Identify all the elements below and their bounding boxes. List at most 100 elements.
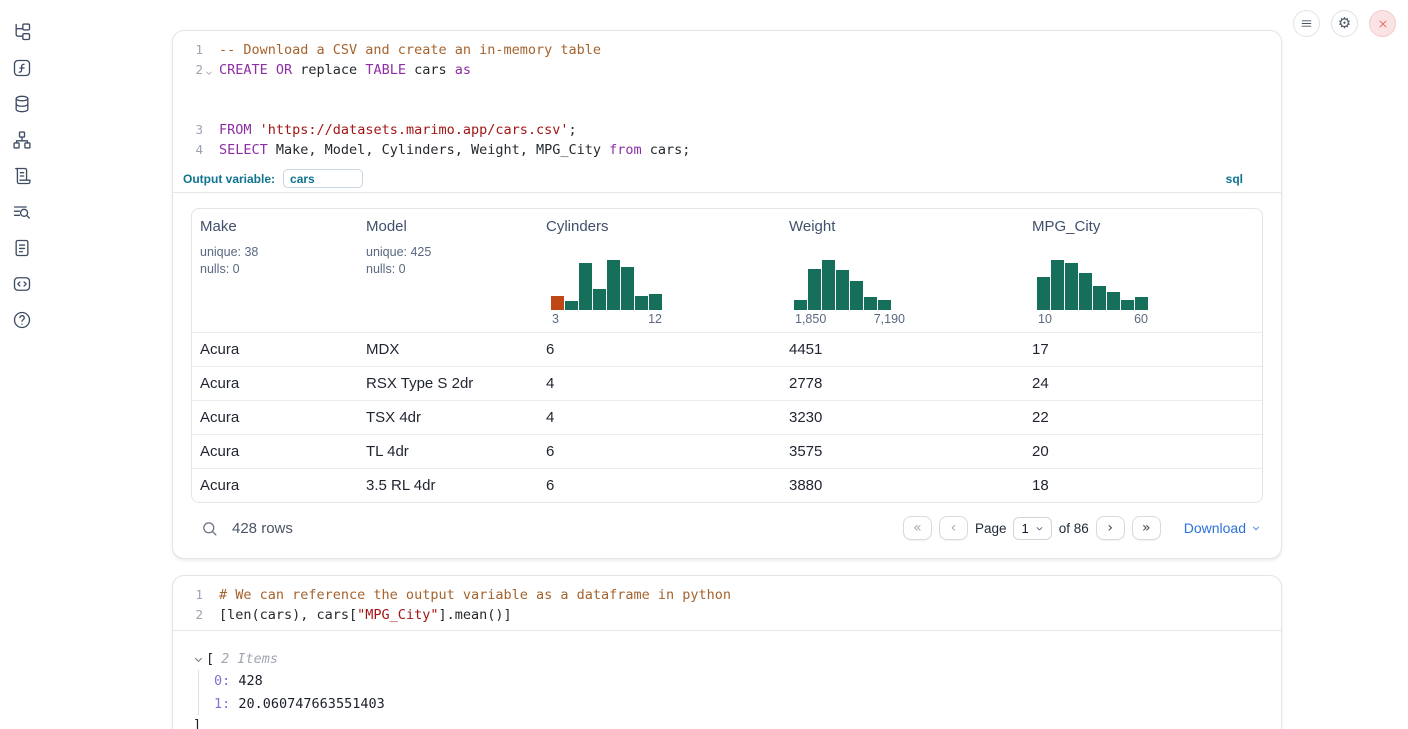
sql-keyword: FROM <box>219 122 252 138</box>
sql-string: 'https://datasets.marimo.app/cars.csv' <box>260 122 569 138</box>
search-button[interactable] <box>199 518 219 538</box>
histogram-axis: 1,8507,190 <box>794 312 906 326</box>
line-number: 1 <box>173 585 213 605</box>
next-page-button[interactable]: › <box>1096 516 1125 540</box>
documentation-icon[interactable] <box>12 238 32 258</box>
shutdown-button[interactable] <box>1369 10 1396 37</box>
histogram-bar <box>850 281 863 310</box>
sql-text: Make, Model, Cylinders, Weight, MPG_City <box>268 142 609 158</box>
mpg-city-histogram: 1060 <box>1037 260 1149 326</box>
snippets-icon[interactable] <box>12 274 32 294</box>
histogram-bar <box>551 296 564 310</box>
cell-make: Acura <box>192 469 358 502</box>
open-bracket: [ <box>206 648 214 670</box>
column-header-cylinders[interactable]: Cylinders 312 <box>538 209 781 332</box>
item-value: 428 <box>238 673 262 689</box>
table-row: Acura TSX 4dr 4 3230 22 <box>192 400 1262 434</box>
scratchpad-icon[interactable] <box>12 166 32 186</box>
chevron-left-icon: ‹ <box>951 520 957 536</box>
output-variable-input[interactable] <box>283 169 363 188</box>
column-header-model[interactable]: Model unique: 425 nulls: 0 <box>358 209 538 332</box>
column-label: Model <box>366 218 530 235</box>
line-number: 3 <box>173 120 213 140</box>
function-icon[interactable] <box>12 58 32 78</box>
sql-keyword: SELECT <box>219 142 268 158</box>
sql-cell: 1 -- Download a CSV and create an in-mem… <box>172 30 1282 559</box>
sql-text: replace <box>292 62 365 78</box>
cylinders-histogram: 312 <box>551 260 663 326</box>
code-line: 1 -- Download a CSV and create an in-mem… <box>173 40 1281 60</box>
settings-button[interactable]: ⚙ <box>1331 10 1358 37</box>
row-count: 428 rows <box>232 520 293 537</box>
cell-cylinders: 6 <box>538 435 781 468</box>
cell-model: MDX <box>358 333 538 366</box>
histogram-bar <box>1037 277 1050 310</box>
item-index: 1: <box>214 696 230 712</box>
gear-icon: ⚙ <box>1338 16 1351 31</box>
table-footer: 428 rows « ‹ Page 1 of 86 › » Download <box>191 512 1263 544</box>
chevrons-left-icon: « <box>913 520 922 536</box>
histogram-bar <box>649 294 662 310</box>
line-number: 2 <box>173 605 213 625</box>
sql-code-editor[interactable]: 1 -- Download a CSV and create an in-mem… <box>173 31 1281 165</box>
python-cell: 1 # We can reference the output variable… <box>172 575 1282 729</box>
menu-button[interactable] <box>1293 10 1320 37</box>
column-label: Cylinders <box>546 218 773 235</box>
histogram-bar <box>635 296 648 310</box>
dependency-graph-icon[interactable] <box>12 130 32 150</box>
cell-mpg-city: 18 <box>1024 469 1262 502</box>
fold-chevron-icon[interactable] <box>204 64 214 74</box>
column-header-make[interactable]: Make unique: 38 nulls: 0 <box>192 209 358 332</box>
cell-model: RSX Type S 2dr <box>358 367 538 400</box>
close-icon <box>1377 18 1389 30</box>
collapse-chevron-icon[interactable] <box>193 654 204 665</box>
page-select-value: 1 <box>1021 521 1028 536</box>
python-code-editor[interactable]: 1 # We can reference the output variable… <box>173 576 1281 631</box>
item-index: 0: <box>214 673 230 689</box>
table-row: Acura RSX Type S 2dr 4 2778 24 <box>192 366 1262 400</box>
cell-make: Acura <box>192 333 358 366</box>
histogram-bar <box>1093 286 1106 310</box>
file-tree-icon[interactable] <box>12 22 32 42</box>
sql-keyword: TABLE <box>365 62 406 78</box>
cell-make: Acura <box>192 367 358 400</box>
sql-keyword: CREATE OR <box>219 62 292 78</box>
histogram-bar <box>1079 273 1092 310</box>
histogram-bar <box>794 300 807 310</box>
last-page-button[interactable]: » <box>1132 516 1161 540</box>
column-stats: unique: 38 nulls: 0 <box>200 244 350 278</box>
histogram-axis: 312 <box>551 312 663 326</box>
list-items: 0: 428 1: 20.060747663551403 <box>198 670 1265 715</box>
help-icon[interactable] <box>12 310 32 330</box>
cell-weight: 3575 <box>781 435 1024 468</box>
cell-model: 3.5 RL 4dr <box>358 469 538 502</box>
python-output: [ 2 Items 0: 428 1: 20.060747663551403 ] <box>173 631 1281 729</box>
histogram-bar <box>1121 300 1134 310</box>
download-button[interactable]: Download <box>1184 520 1261 536</box>
items-count-label: 2 Items <box>221 648 278 670</box>
cell-model: TL 4dr <box>358 435 538 468</box>
chevron-down-icon <box>1251 523 1261 533</box>
histogram-bar <box>836 270 849 310</box>
database-icon[interactable] <box>12 94 32 114</box>
table-row: Acura 3.5 RL 4dr 6 3880 18 <box>192 468 1262 502</box>
page-label: Page <box>975 521 1007 536</box>
table-row: Acura TL 4dr 6 3575 20 <box>192 434 1262 468</box>
first-page-button[interactable]: « <box>903 516 932 540</box>
output-variable-label: Output variable: <box>183 172 275 186</box>
page-select[interactable]: 1 <box>1013 517 1051 540</box>
histogram-axis: 1060 <box>1037 312 1149 326</box>
column-header-mpg-city[interactable]: MPG_City 1060 <box>1024 209 1262 332</box>
prev-page-button[interactable]: ‹ <box>939 516 968 540</box>
table-header: Make unique: 38 nulls: 0 Model unique: 4… <box>192 209 1262 332</box>
code-line: 4 SELECT Make, Model, Cylinders, Weight,… <box>173 140 1281 160</box>
column-header-weight[interactable]: Weight 1,8507,190 <box>781 209 1024 332</box>
histogram-bar <box>621 267 634 310</box>
line-number: 1 <box>173 40 213 60</box>
sql-text <box>252 122 260 138</box>
histogram-bar <box>864 297 877 310</box>
logs-search-icon[interactable] <box>12 202 32 222</box>
table-row: Acura MDX 6 4451 17 <box>192 332 1262 366</box>
weight-histogram: 1,8507,190 <box>794 260 906 326</box>
histogram-bar <box>1065 263 1078 310</box>
